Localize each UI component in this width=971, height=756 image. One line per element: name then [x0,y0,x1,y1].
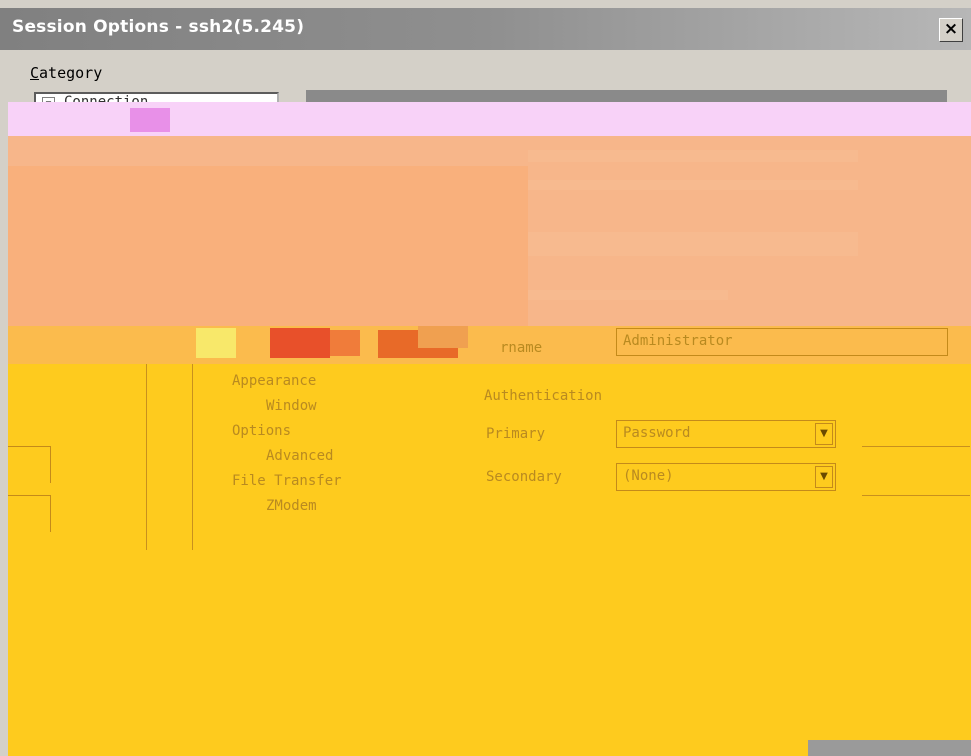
glitch-block [196,328,236,358]
tree-item-appearance[interactable]: Appearance [232,373,316,389]
glitch-region-peach-left [8,166,528,326]
category-label: Category [30,64,102,82]
close-button[interactable]: × [939,18,963,42]
chevron-down-icon[interactable]: ▼ [815,423,833,445]
username-label: rname [500,340,543,356]
glitch-band [528,290,728,300]
tree-item-zmodem[interactable]: ZModem [266,498,317,514]
tree-item-file-transfer[interactable]: File Transfer [232,473,342,489]
primary-dropdown[interactable]: Password ▼ [616,420,836,448]
tree-item-options[interactable]: Options [232,423,291,439]
tree-border-left [146,364,147,550]
primary-label: Primary [486,426,546,442]
left-button-outline [8,446,51,483]
username-value: Administrator [623,333,733,349]
glitch-band [528,232,858,256]
tree-item-window[interactable]: Window [266,398,317,414]
glitch-block [130,108,170,132]
tree-border-right [192,364,193,550]
chevron-down-icon[interactable]: ▼ [815,466,833,488]
primary-value: Password [623,425,691,441]
glitch-block [330,330,360,356]
window-title: Session Options - ssh2(5.245) [12,17,305,37]
right-button-outline [862,446,970,447]
authentication-group-label: Authentication [484,388,603,404]
glitch-band [528,150,858,162]
glitch-region-dark [808,740,971,756]
title-bar: Session Options - ssh2(5.245) × [0,8,971,50]
tree-item-advanced[interactable]: Advanced [266,448,333,464]
right-button-outline [862,495,970,496]
secondary-dropdown[interactable]: (None) ▼ [616,463,836,491]
category-label-rest: ategory [39,64,103,82]
glitch-block [418,326,468,348]
username-input[interactable]: Administrator [616,328,948,356]
secondary-value: (None) [623,468,674,484]
glitch-block [270,328,330,358]
category-label-accelerator: C [30,64,40,82]
glitch-band [528,180,858,190]
left-button-outline [8,495,51,532]
session-options-window: Session Options - ssh2(5.245) × Category… [0,0,971,756]
secondary-label: Secondary [486,469,562,485]
